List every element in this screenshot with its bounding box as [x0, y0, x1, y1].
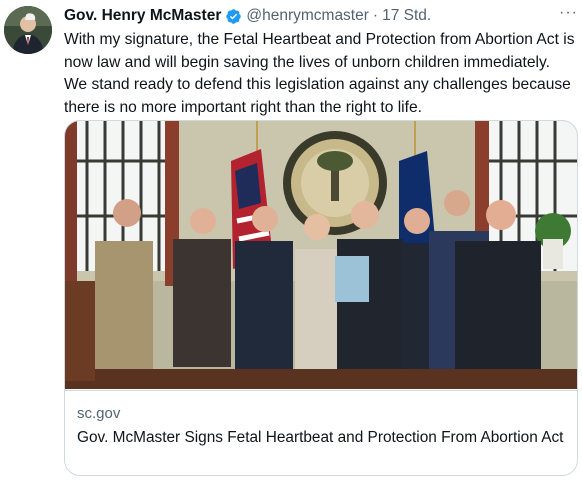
avatar-image [4, 6, 52, 54]
card-footer[interactable]: sc.gov Gov. McMaster Signs Fetal Heartbe… [65, 390, 577, 475]
link-card[interactable]: sc.gov Gov. McMaster Signs Fetal Heartbe… [64, 120, 578, 476]
tweet-text: With my signature, the Fetal Heartbeat a… [64, 31, 575, 116]
author-handle[interactable]: @henrymcmaster [246, 7, 369, 25]
author-name[interactable]: Gov. Henry McMaster [64, 7, 221, 25]
avatar[interactable] [4, 6, 52, 54]
separator-dot: · [372, 7, 379, 24]
card-domain: sc.gov [77, 405, 121, 422]
card-photo [65, 121, 577, 389]
timestamp[interactable]: 17 Std. [382, 7, 431, 25]
card-title: Gov. McMaster Signs Fetal Heartbeat and … [77, 429, 564, 446]
tweet-header: Gov. Henry McMaster @henrymcmaster · 17 … [64, 6, 574, 26]
more-options-icon[interactable]: ··· [559, 4, 578, 22]
verified-badge-icon [225, 8, 242, 25]
